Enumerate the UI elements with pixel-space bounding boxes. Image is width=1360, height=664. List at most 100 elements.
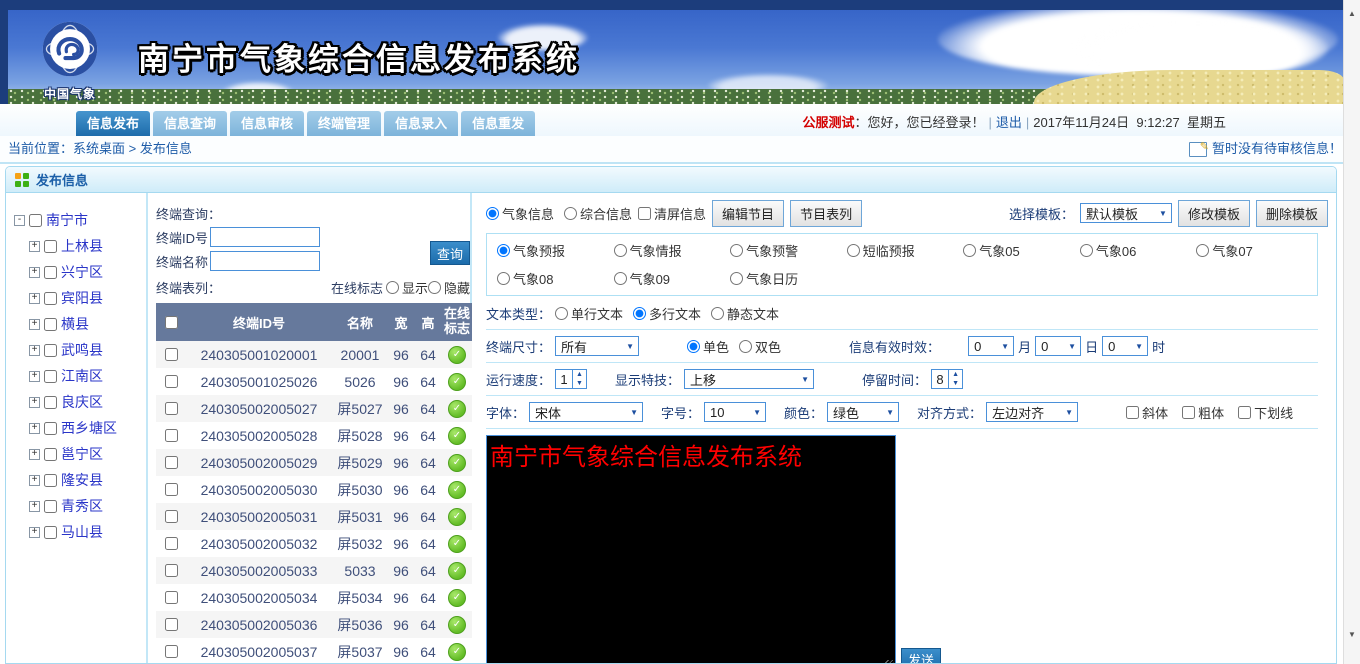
tree-item-label[interactable]: 隆安县 xyxy=(61,470,103,490)
font-style-input[interactable] xyxy=(1182,406,1195,419)
font-style-input[interactable] xyxy=(1238,406,1251,419)
tree-item-label[interactable]: 邕宁区 xyxy=(61,444,103,464)
tree-root-checkbox[interactable] xyxy=(29,214,42,227)
tree-item[interactable]: + 兴宁区 xyxy=(29,259,146,285)
tree-item-checkbox[interactable] xyxy=(44,240,57,253)
tree-item-label[interactable]: 马山县 xyxy=(61,522,103,542)
run-speed-stepper[interactable]: 1 ▲▼ xyxy=(555,369,587,389)
expander-icon[interactable]: - xyxy=(14,215,25,226)
table-row[interactable]: 240305002005032屏50329664✓ xyxy=(156,530,472,557)
tree-item-checkbox[interactable] xyxy=(44,474,57,487)
table-row[interactable]: 240305002005037屏50379664✓ xyxy=(156,638,472,664)
expander-icon[interactable]: + xyxy=(29,267,40,278)
send-button[interactable]: 发送 xyxy=(901,648,941,664)
template-select[interactable]: 默认模板▼ xyxy=(1080,203,1172,223)
tree-item[interactable]: + 隆安县 xyxy=(29,467,146,493)
color-mode-input[interactable] xyxy=(687,340,700,353)
row-checkbox[interactable] xyxy=(165,402,178,415)
category-input[interactable] xyxy=(1196,244,1209,257)
tree-root[interactable]: - 南宁市 xyxy=(14,207,146,233)
category-input[interactable] xyxy=(614,244,627,257)
category-option[interactable]: 气象08 xyxy=(497,269,614,288)
text-type-input[interactable] xyxy=(633,307,646,320)
expander-icon[interactable]: + xyxy=(29,475,40,486)
category-option[interactable]: 气象07 xyxy=(1196,241,1313,260)
text-type-option[interactable]: 多行文本 xyxy=(633,304,701,323)
row-checkbox[interactable] xyxy=(165,618,178,631)
terminal-id-input[interactable] xyxy=(210,227,320,247)
modify-template-button[interactable]: 修改模板 xyxy=(1178,200,1250,227)
category-input[interactable] xyxy=(730,244,743,257)
expander-icon[interactable]: + xyxy=(29,345,40,356)
clear-screen-checkbox[interactable] xyxy=(638,207,651,220)
tree-item[interactable]: +宾阳县 xyxy=(29,285,146,311)
effect-select[interactable]: 上移▼ xyxy=(684,369,814,389)
spin-up-icon[interactable]: ▲ xyxy=(573,370,586,379)
text-type-input[interactable] xyxy=(555,307,568,320)
nav-tab[interactable]: 信息录入 xyxy=(384,111,458,136)
row-checkbox[interactable] xyxy=(165,645,178,658)
tree-item-checkbox[interactable] xyxy=(44,292,57,305)
nav-tab[interactable]: 终端管理 xyxy=(307,111,381,136)
tree-item-label[interactable]: 西乡塘区 xyxy=(61,418,117,438)
expander-icon[interactable]: + xyxy=(29,423,40,434)
tree-item[interactable]: + 青秀区 xyxy=(29,493,146,519)
tree-item-label[interactable]: 青秀区 xyxy=(61,496,103,516)
tree-item-checkbox[interactable] xyxy=(44,266,57,279)
nav-tab[interactable]: 信息审核 xyxy=(230,111,304,136)
row-checkbox[interactable] xyxy=(165,537,178,550)
scroll-down-icon[interactable]: ▼ xyxy=(1344,626,1360,642)
tree-item[interactable]: + 西乡塘区 xyxy=(29,415,146,441)
category-option[interactable]: 气象情报 xyxy=(614,241,731,260)
row-checkbox[interactable] xyxy=(165,591,178,604)
tree-item-label[interactable]: 良庆区 xyxy=(61,392,103,412)
category-input[interactable] xyxy=(497,244,510,257)
category-option[interactable]: 气象预报 xyxy=(497,241,614,260)
font-style-option[interactable]: 粗体 xyxy=(1182,403,1224,422)
category-option[interactable]: 气象06 xyxy=(1080,241,1197,260)
online-flag-option[interactable]: 显示 xyxy=(386,278,428,297)
tree-item[interactable]: +江南区 xyxy=(29,363,146,389)
tree-item-label[interactable]: 宾阳县 xyxy=(61,288,103,308)
tree-item-checkbox[interactable] xyxy=(44,422,57,435)
table-row[interactable]: 240305002005028屏50289664✓ xyxy=(156,422,472,449)
table-row[interactable]: 24030500200503350339664✓ xyxy=(156,557,472,584)
row-checkbox[interactable] xyxy=(165,429,178,442)
category-input[interactable] xyxy=(847,244,860,257)
category-input[interactable] xyxy=(1080,244,1093,257)
category-option[interactable]: 气象09 xyxy=(614,269,731,288)
info-type-option[interactable]: 气象信息 xyxy=(486,204,554,223)
row-checkbox[interactable] xyxy=(165,564,178,577)
table-row[interactable]: 240305002005030屏50309664✓ xyxy=(156,476,472,503)
tree-item[interactable]: +马山县 xyxy=(29,519,146,545)
expander-icon[interactable]: + xyxy=(29,241,40,252)
row-checkbox[interactable] xyxy=(165,375,178,388)
table-row[interactable]: 240305002005029屏50299664✓ xyxy=(156,449,472,476)
tree-root-label[interactable]: 南宁市 xyxy=(46,210,88,230)
tree-item[interactable]: +武鸣县 xyxy=(29,337,146,363)
scroll-up-icon[interactable]: ▲ xyxy=(1344,5,1360,21)
info-type-input[interactable] xyxy=(486,207,499,220)
table-row[interactable]: 240305002005027屏50279664✓ xyxy=(156,395,472,422)
nav-tab[interactable]: 信息查询 xyxy=(153,111,227,136)
table-row[interactable]: 240305002005034屏50349664✓ xyxy=(156,584,472,611)
tree-item-checkbox[interactable] xyxy=(44,344,57,357)
text-type-input[interactable] xyxy=(711,307,724,320)
tree-item-checkbox[interactable] xyxy=(44,448,57,461)
table-row[interactable]: 240305002005031屏50319664✓ xyxy=(156,503,472,530)
color-select[interactable]: 绿色▼ xyxy=(827,402,899,422)
tree-item[interactable]: + 上林县 xyxy=(29,233,146,259)
tree-item-label[interactable]: 上林县 xyxy=(61,236,103,256)
tree-item-label[interactable]: 兴宁区 xyxy=(61,262,103,282)
table-row[interactable]: 24030500102502650269664✓ xyxy=(156,368,472,395)
tree-item-checkbox[interactable] xyxy=(44,396,57,409)
expander-icon[interactable]: + xyxy=(29,501,40,512)
validity-day-select[interactable]: 0▼ xyxy=(1035,336,1081,356)
tree-item-label[interactable]: 横县 xyxy=(61,314,89,334)
program-list-button[interactable]: 节目表列 xyxy=(790,200,862,227)
message-preview-textarea[interactable]: 南宁市气象综合信息发布系统 xyxy=(486,435,896,664)
spin-down-icon[interactable]: ▼ xyxy=(949,379,962,388)
expander-icon[interactable]: + xyxy=(29,449,40,460)
terminal-name-input[interactable] xyxy=(210,251,320,271)
expander-icon[interactable]: + xyxy=(29,319,40,330)
